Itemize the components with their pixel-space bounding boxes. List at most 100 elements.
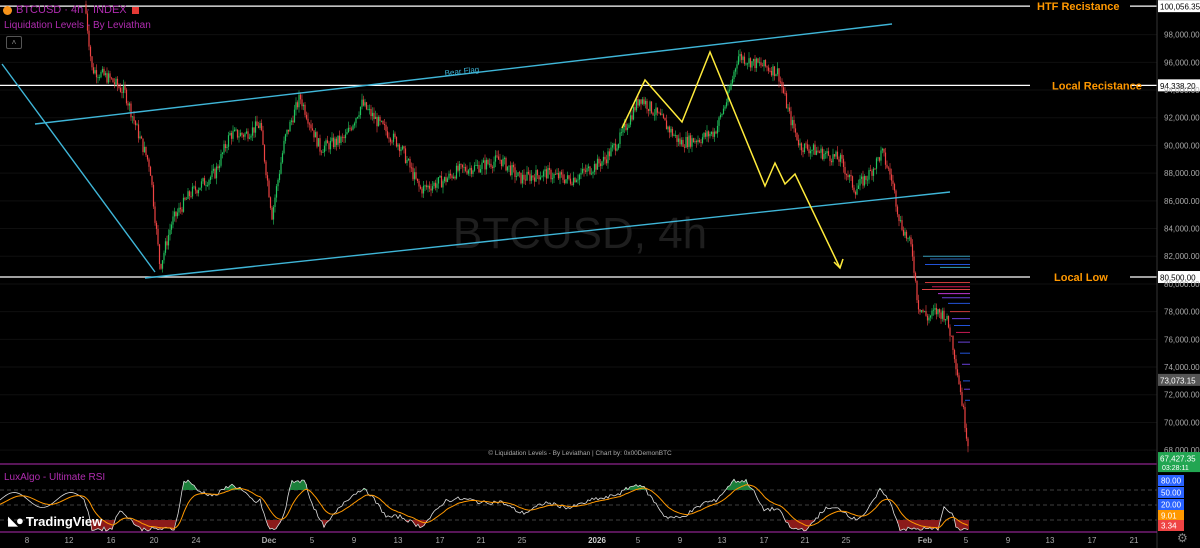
- time-axis[interactable]: 8 12 16 20 24 Dec 5 9 13 17 21 25 2026 5 9 13 17 21 25 Feb 5…: [25, 536, 1139, 545]
- candle-body: [134, 120, 137, 126]
- candle-body: [331, 137, 333, 141]
- candle-body: [487, 159, 489, 164]
- candle-body: [268, 180, 270, 198]
- level-price-text: 100,056.35: [1160, 3, 1200, 12]
- price-axis[interactable]: 68,000.0070,000.0072,000.0074,000.0076,0…: [1164, 31, 1200, 456]
- candle-body: [637, 99, 639, 106]
- candle-body: [620, 132, 623, 134]
- candle-body: [916, 280, 918, 301]
- chart-canvas[interactable]: BTCUSD, 4h HTF Recistance 100,056.35 Local…: [0, 0, 1200, 548]
- candle-body: [185, 198, 188, 200]
- candle-body: [647, 109, 650, 111]
- candle-body: [698, 139, 701, 143]
- candle-body: [944, 319, 947, 321]
- candle-body: [407, 159, 410, 160]
- gear-icon[interactable]: ⚙: [1177, 531, 1188, 545]
- candle-body: [965, 427, 968, 439]
- candle-body: [725, 102, 728, 107]
- candle-body: [463, 166, 465, 168]
- candle-body: [901, 220, 903, 230]
- y-tick-label: 76,000.00: [1164, 335, 1200, 344]
- candle-body: [736, 64, 738, 69]
- candle-body: [941, 310, 944, 319]
- candle-body: [497, 156, 500, 160]
- candle-body: [430, 188, 432, 191]
- candle-body: [161, 260, 164, 269]
- candle-body: [97, 77, 99, 79]
- candle-body: [796, 132, 798, 140]
- candle-body: [947, 315, 950, 328]
- candle-body: [571, 183, 573, 185]
- x-tick-label: 13: [1046, 536, 1055, 545]
- candle-body: [872, 168, 875, 176]
- candle-body: [470, 167, 473, 174]
- candle-body: [389, 138, 392, 142]
- candle-body: [856, 188, 858, 195]
- candle-body: [799, 143, 801, 146]
- bitcoin-icon: [3, 5, 12, 15]
- candle-body: [697, 139, 699, 143]
- candle-body: [572, 177, 575, 185]
- candle-body: [959, 384, 962, 393]
- x-tick-label: 8: [25, 536, 30, 545]
- candle-body: [632, 107, 635, 120]
- candle-body: [442, 181, 444, 188]
- x-tick-label: 9: [678, 536, 683, 545]
- candle-body: [259, 123, 261, 128]
- candle-body: [260, 123, 263, 131]
- channel-lower-line[interactable]: [144, 191, 951, 279]
- candle-body: [695, 141, 698, 143]
- flag-icon[interactable]: [131, 6, 139, 14]
- candle-body: [874, 168, 876, 170]
- x-tick-label: 17: [760, 536, 769, 545]
- candle-body: [529, 173, 531, 181]
- candle-body: [347, 127, 350, 133]
- candle-body: [176, 212, 179, 217]
- candle-body: [917, 300, 920, 310]
- candle-body: [587, 166, 590, 169]
- candle-body: [661, 114, 663, 116]
- candle-body: [590, 173, 593, 175]
- candle-body: [827, 151, 830, 156]
- candle-body: [809, 151, 812, 154]
- symbol-title[interactable]: BTCUSD · 4h · INDEX: [16, 4, 127, 16]
- candle-body: [670, 128, 672, 133]
- candle-body: [127, 103, 129, 106]
- candle-body: [328, 143, 330, 150]
- candle-body: [200, 181, 203, 188]
- candle-body: [160, 264, 162, 269]
- candle-body: [493, 161, 495, 168]
- rsi-panel: 80.00 50.00 20.00 9.013.34: [0, 475, 1184, 532]
- candle-body: [610, 147, 612, 157]
- y-tick-label: 82,000.00: [1164, 252, 1200, 261]
- candle-body: [700, 142, 702, 143]
- candle-body: [349, 127, 351, 129]
- chart-header[interactable]: BTCUSD · 4h · INDEX: [3, 2, 139, 18]
- candle-body: [812, 144, 815, 150]
- candle-body: [193, 186, 195, 188]
- candle-body: [847, 175, 849, 178]
- rsi-title[interactable]: LuxAlgo - Ultimate RSI: [4, 472, 105, 483]
- candle-body: [181, 209, 183, 212]
- candle-body: [626, 127, 629, 130]
- candle-body: [667, 126, 669, 130]
- candle-body: [100, 71, 102, 78]
- indicator-title[interactable]: Liquidation Levels - By Leviathan: [4, 20, 151, 31]
- bear-flag-label: Bear Flag: [444, 65, 480, 78]
- candle-body: [221, 152, 224, 155]
- impulse-line[interactable]: [1, 63, 156, 273]
- candle-body: [106, 73, 108, 83]
- collapse-chevron-icon[interactable]: ˄: [6, 36, 22, 49]
- tradingview-logo[interactable]: ◣● TradingView: [8, 513, 102, 529]
- candle-body: [370, 108, 372, 117]
- candle-body: [589, 166, 591, 175]
- candle-body: [919, 309, 921, 312]
- candle-body: [652, 112, 654, 115]
- candle-body: [868, 170, 870, 180]
- candle-body: [355, 118, 357, 124]
- candle-body: [428, 185, 431, 189]
- candle-body: [473, 165, 476, 171]
- candle-body: [689, 135, 692, 147]
- candle-body: [506, 166, 509, 171]
- candle-body: [755, 58, 758, 69]
